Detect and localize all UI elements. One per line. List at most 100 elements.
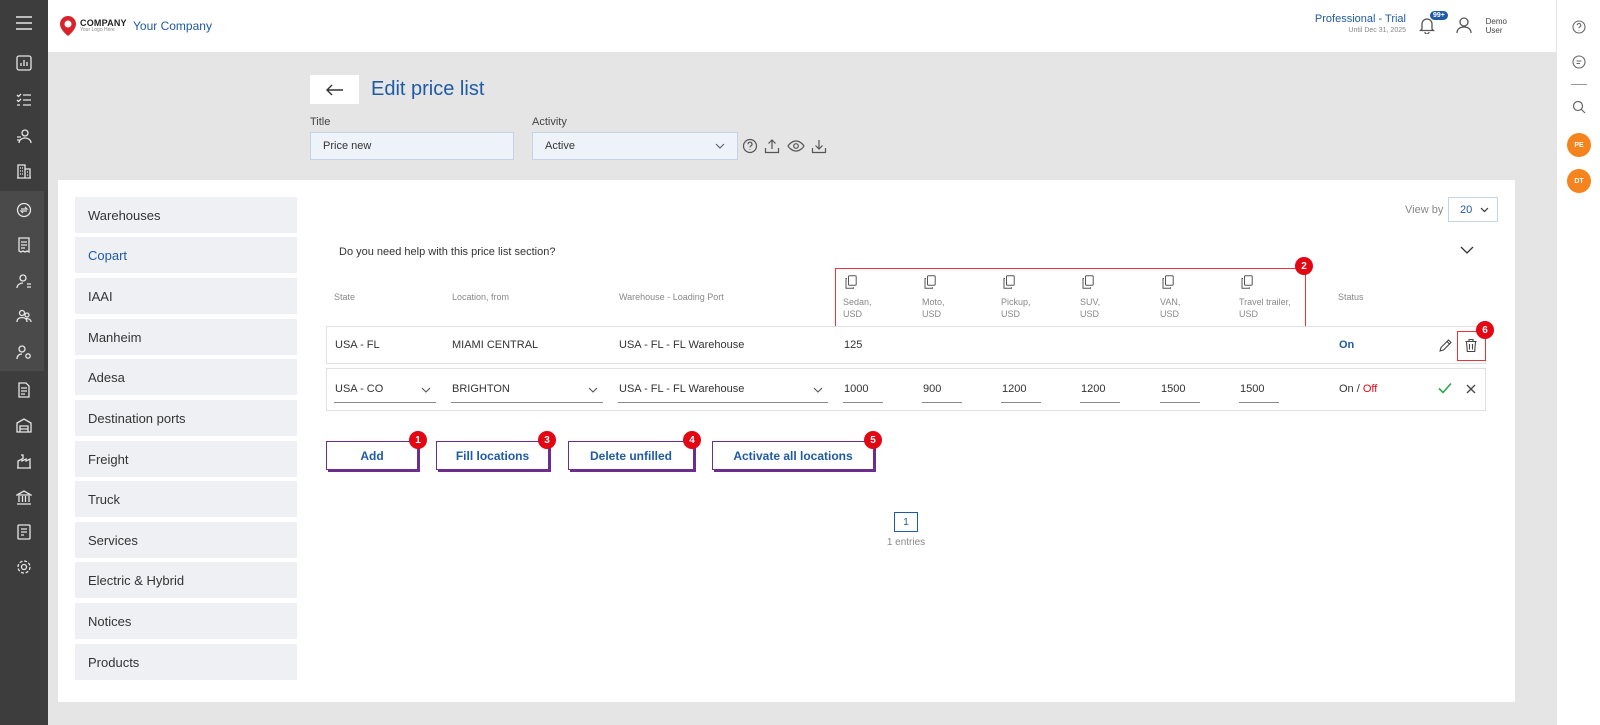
bank-icon[interactable] [12,485,36,509]
reports-icon[interactable] [12,520,36,544]
chevron-down-icon [813,387,823,393]
delete-unfilled-button[interactable]: Delete unfilled [568,441,694,470]
close-icon[interactable] [1466,384,1477,395]
annotation-marker-3: 3 [538,431,556,449]
company-logo[interactable]: COMPANY Your Logo Here [59,14,127,38]
sidebar-item-truck[interactable]: Truck [75,481,297,517]
back-button[interactable] [310,75,359,104]
notifications-button[interactable]: 99+ [1419,10,1449,36]
edit-location-select[interactable]: BRIGHTON [452,383,510,395]
fill-locations-button[interactable]: Fill locations [436,441,549,470]
plan-info[interactable]: Professional - Trial Until Dec 31, 2025 [1315,13,1406,34]
warehouse-icon[interactable] [12,413,36,437]
status-on[interactable]: On [1339,383,1354,395]
plan-name: Professional - Trial [1314,13,1406,25]
company-name[interactable]: Your Company [133,19,212,33]
status-off[interactable]: Off [1363,383,1377,395]
sidebar-item-electric-hybrid[interactable]: Electric & Hybrid [75,562,297,598]
invoice-icon[interactable] [12,233,36,257]
row-location: MIAMI CENTRAL [452,339,539,351]
search-icon[interactable] [1569,97,1589,117]
chat-icon[interactable] [1569,52,1589,72]
buildings-icon[interactable] [12,159,36,183]
edit-price-suv[interactable]: 1200 [1081,383,1105,395]
title-input[interactable]: Price new [310,132,514,160]
entries-count: 1 entries [886,537,926,548]
edit-price-van[interactable]: 1500 [1161,383,1185,395]
dashboard-icon[interactable] [12,51,36,75]
sidebar-item-services[interactable]: Services [75,522,297,558]
price-underline [1239,402,1279,403]
annotation-marker-5: 5 [864,431,882,449]
left-rail [0,0,48,725]
team-icon[interactable] [12,304,36,328]
right-rail-divider [1571,84,1587,85]
view-by-select[interactable]: 20 [1448,197,1498,222]
edit-status-toggle[interactable]: On / Off [1339,383,1377,395]
page-title: Edit price list [371,78,485,100]
user-avatar-icon[interactable] [1456,16,1476,36]
help-circle-icon[interactable] [1569,17,1589,37]
chevron-down-icon [421,387,431,393]
edit-price-sedan[interactable]: 1000 [844,383,868,395]
upload-icon[interactable] [764,138,782,156]
row-state: USA - FL [335,339,380,351]
top-bar: COMPANY Your Logo Here Your Company Prof… [48,0,1556,52]
exchange-icon[interactable] [12,198,36,222]
price-underline [843,402,883,403]
eye-icon[interactable] [787,138,805,156]
user-settings-icon[interactable] [12,269,36,293]
sidebar-item-notices[interactable]: Notices [75,603,297,639]
edit-price-moto[interactable]: 900 [923,383,941,395]
chevron-down-icon [715,143,725,149]
sidebar-item-freight[interactable]: Freight [75,441,297,477]
settings-gear-icon[interactable] [12,555,36,579]
tasks-icon[interactable] [12,88,36,112]
row-status[interactable]: On [1339,339,1354,351]
user-last-name: User [1485,26,1503,35]
factory-icon[interactable] [12,449,36,473]
pencil-icon[interactable] [1438,338,1454,354]
edit-warehouse-underline [618,402,828,403]
col-header-state: State [334,292,356,302]
activity-select[interactable]: Active [532,132,738,160]
col-header-warehouse: Warehouse - Loading Port [619,292,724,302]
chevron-down-icon [588,387,598,393]
add-button[interactable]: Add [326,441,418,470]
trash-icon[interactable] [1464,338,1479,353]
edit-state-select[interactable]: USA - CO [335,383,383,395]
col-header-location: Location, from [452,292,510,302]
annotation-marker-1: 1 [409,431,427,449]
user-name[interactable]: Demo User [1486,17,1507,35]
user-gear-icon[interactable] [12,340,36,364]
title-label: Title [310,116,331,128]
col-header-status: Status [1338,292,1364,302]
view-by-label: View by [1405,204,1444,216]
user-avatar-pe[interactable]: PE [1567,133,1591,157]
download-icon[interactable] [811,138,829,156]
check-icon[interactable] [1438,382,1453,396]
sidebar-item-warehouses[interactable]: Warehouses [75,197,297,233]
edit-warehouse-select[interactable]: USA - FL - FL Warehouse [619,383,744,395]
edit-price-pickup[interactable]: 1200 [1002,383,1026,395]
menu-icon[interactable] [12,11,36,35]
price-underline [1160,402,1200,403]
expand-chevron-icon[interactable] [1460,246,1474,260]
pagination-page-1[interactable]: 1 [894,512,918,532]
activate-all-locations-button[interactable]: Activate all locations [712,441,874,470]
sidebar-item-copart[interactable]: Copart [75,237,297,273]
sidebar-item-adesa[interactable]: Adesa [75,359,297,395]
user-avatar-dt[interactable]: DT [1567,169,1591,193]
sidebar-item-manheim[interactable]: Manheim [75,319,297,355]
sidebar-item-destination-ports[interactable]: Destination ports [75,400,297,436]
notifications-badge: 99+ [1429,10,1449,21]
question-icon[interactable] [742,138,760,156]
annotation-marker-6: 6 [1476,321,1494,339]
edit-price-trailer[interactable]: 1500 [1240,383,1264,395]
help-section-toggle[interactable]: Do you need help with this price list se… [339,246,555,258]
sidebar-item-iaai[interactable]: IAAI [75,278,297,314]
contacts-icon[interactable] [12,124,36,148]
document-icon[interactable] [12,378,36,402]
plan-until: Until Dec 31, 2025 [1348,27,1406,34]
sidebar-item-products[interactable]: Products [75,644,297,680]
